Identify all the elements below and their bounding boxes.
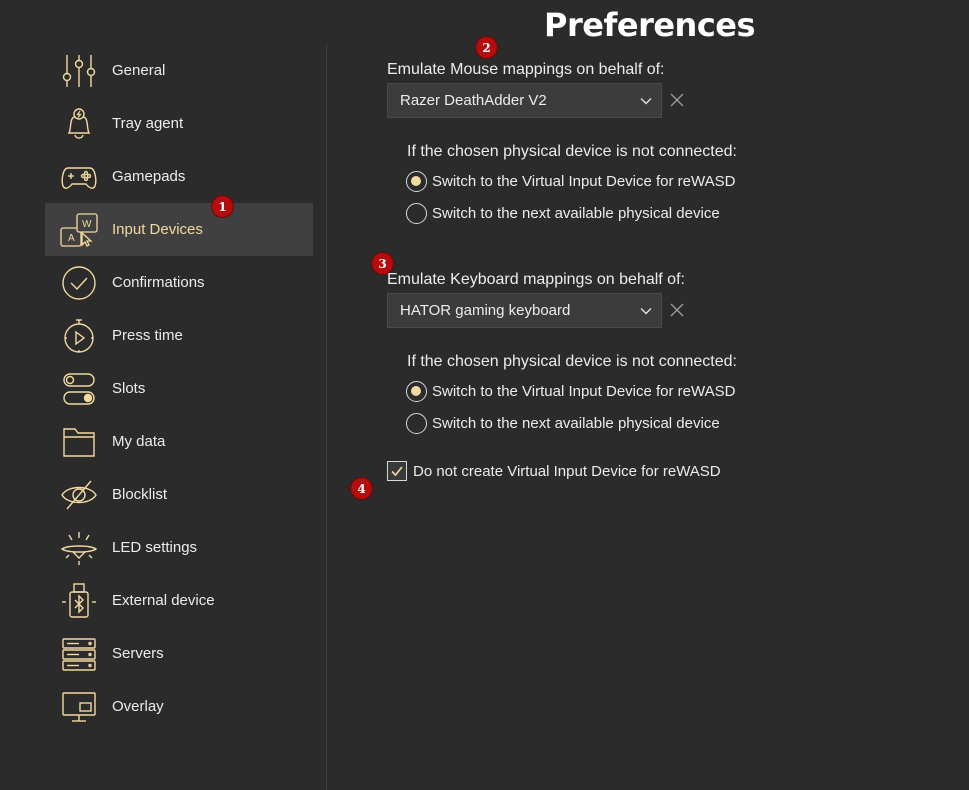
svg-text:A: A <box>68 233 75 244</box>
mouse-option-next-physical[interactable]: Switch to the next available physical de… <box>406 202 720 224</box>
mouse-option-virtual[interactable]: Switch to the Virtual Input Device for r… <box>406 170 735 192</box>
chevron-down-icon <box>640 97 652 105</box>
sidebar-item-label: Gamepads <box>112 168 186 185</box>
no-virtual-device-option[interactable]: Do not create Virtual Input Device for r… <box>387 460 721 482</box>
page-title: Preferences <box>544 6 756 44</box>
server-icon <box>60 635 98 673</box>
stopwatch-icon <box>60 317 98 355</box>
sidebar-item-overlay[interactable]: Overlay <box>45 680 313 733</box>
keyboard-device-dropdown[interactable]: HATOR gaming keyboard <box>387 293 662 328</box>
sidebar-divider <box>326 44 327 790</box>
sidebar-item-slots[interactable]: Slots <box>45 362 313 415</box>
radio-checked[interactable] <box>406 380 427 402</box>
sidebar-item-label: Tray agent <box>112 115 184 132</box>
toggles-icon <box>60 370 98 408</box>
sidebar-item-confirmations[interactable]: Confirmations <box>45 256 313 309</box>
radio-unchecked[interactable] <box>406 202 427 224</box>
sliders-icon <box>60 52 98 90</box>
check-circle-icon <box>60 264 98 302</box>
bell-icon <box>60 105 98 143</box>
keyboard-device-selected: HATOR gaming keyboard <box>400 302 571 319</box>
sidebar-item-label: LED settings <box>112 539 198 556</box>
radio-checked[interactable] <box>406 170 427 192</box>
sidebar-item-label: Servers <box>112 645 164 662</box>
bluetooth-usb-icon <box>60 582 98 620</box>
sidebar-item-servers[interactable]: Servers <box>45 627 313 680</box>
keyboard-option-virtual[interactable]: Switch to the Virtual Input Device for r… <box>406 380 735 402</box>
radio-label: Switch to the next available physical de… <box>432 414 720 432</box>
annotation-badge-1: 1 <box>212 196 233 217</box>
sidebar-item-external-device[interactable]: External device <box>45 574 313 627</box>
mouse-clear-icon[interactable] <box>669 92 685 108</box>
sidebar-item-tray-agent[interactable]: Tray agent <box>45 97 313 150</box>
mouse-fallback-label: If the chosen physical device is not con… <box>407 143 737 160</box>
keyboard-section-label: Emulate Keyboard mappings on behalf of: <box>387 271 685 288</box>
sidebar-item-label: Confirmations <box>112 274 205 291</box>
sidebar-item-gamepads[interactable]: Gamepads <box>45 150 313 203</box>
annotation-badge-4: 4 <box>351 478 372 499</box>
radio-label: Switch to the Virtual Input Device for r… <box>432 172 736 190</box>
keyboard-mouse-icon: A W <box>60 211 98 249</box>
sidebar-item-label: General <box>112 62 166 79</box>
radio-unchecked[interactable] <box>406 412 427 434</box>
sidebar-item-label: My data <box>112 433 166 450</box>
sidebar-item-my-data[interactable]: My data <box>45 415 313 468</box>
sidebar-item-label: Overlay <box>112 698 164 715</box>
sidebar-item-label: Slots <box>112 380 146 397</box>
mouse-device-selected: Razer DeathAdder V2 <box>400 92 547 109</box>
keyboard-clear-icon[interactable] <box>669 302 685 318</box>
sidebar-item-general[interactable]: General <box>45 44 313 97</box>
no-virtual-device-checkbox[interactable] <box>387 461 407 481</box>
gamepad-icon <box>60 158 98 196</box>
radio-label: Switch to the next available physical de… <box>432 204 720 222</box>
annotation-badge-2: 2 <box>476 37 497 58</box>
mouse-section-label: Emulate Mouse mappings on behalf of: <box>387 61 665 78</box>
radio-label: Switch to the Virtual Input Device for r… <box>432 382 736 400</box>
sidebar: General Tray agent Gamepads A W Input De… <box>45 44 313 733</box>
sidebar-item-label: Blocklist <box>112 486 168 503</box>
mouse-device-dropdown[interactable]: Razer DeathAdder V2 <box>387 83 662 118</box>
monitor-icon <box>60 688 98 726</box>
sidebar-item-input-devices[interactable]: A W Input Devices <box>45 203 313 256</box>
sidebar-item-label: Input Devices <box>112 221 203 238</box>
sidebar-item-label: External device <box>112 592 215 609</box>
keyboard-fallback-label: If the chosen physical device is not con… <box>407 353 737 370</box>
sidebar-item-label: Press time <box>112 327 183 344</box>
sidebar-item-blocklist[interactable]: Blocklist <box>45 468 313 521</box>
sidebar-item-led-settings[interactable]: LED settings <box>45 521 313 574</box>
led-icon <box>60 529 98 567</box>
svg-text:W: W <box>82 219 92 230</box>
folder-icon <box>60 423 98 461</box>
checkmark-icon <box>391 466 403 477</box>
chevron-down-icon <box>640 307 652 315</box>
sidebar-item-press-time[interactable]: Press time <box>45 309 313 362</box>
keyboard-option-next-physical[interactable]: Switch to the next available physical de… <box>406 412 720 434</box>
no-virtual-device-label: Do not create Virtual Input Device for r… <box>413 462 721 480</box>
eye-off-icon <box>60 476 98 514</box>
